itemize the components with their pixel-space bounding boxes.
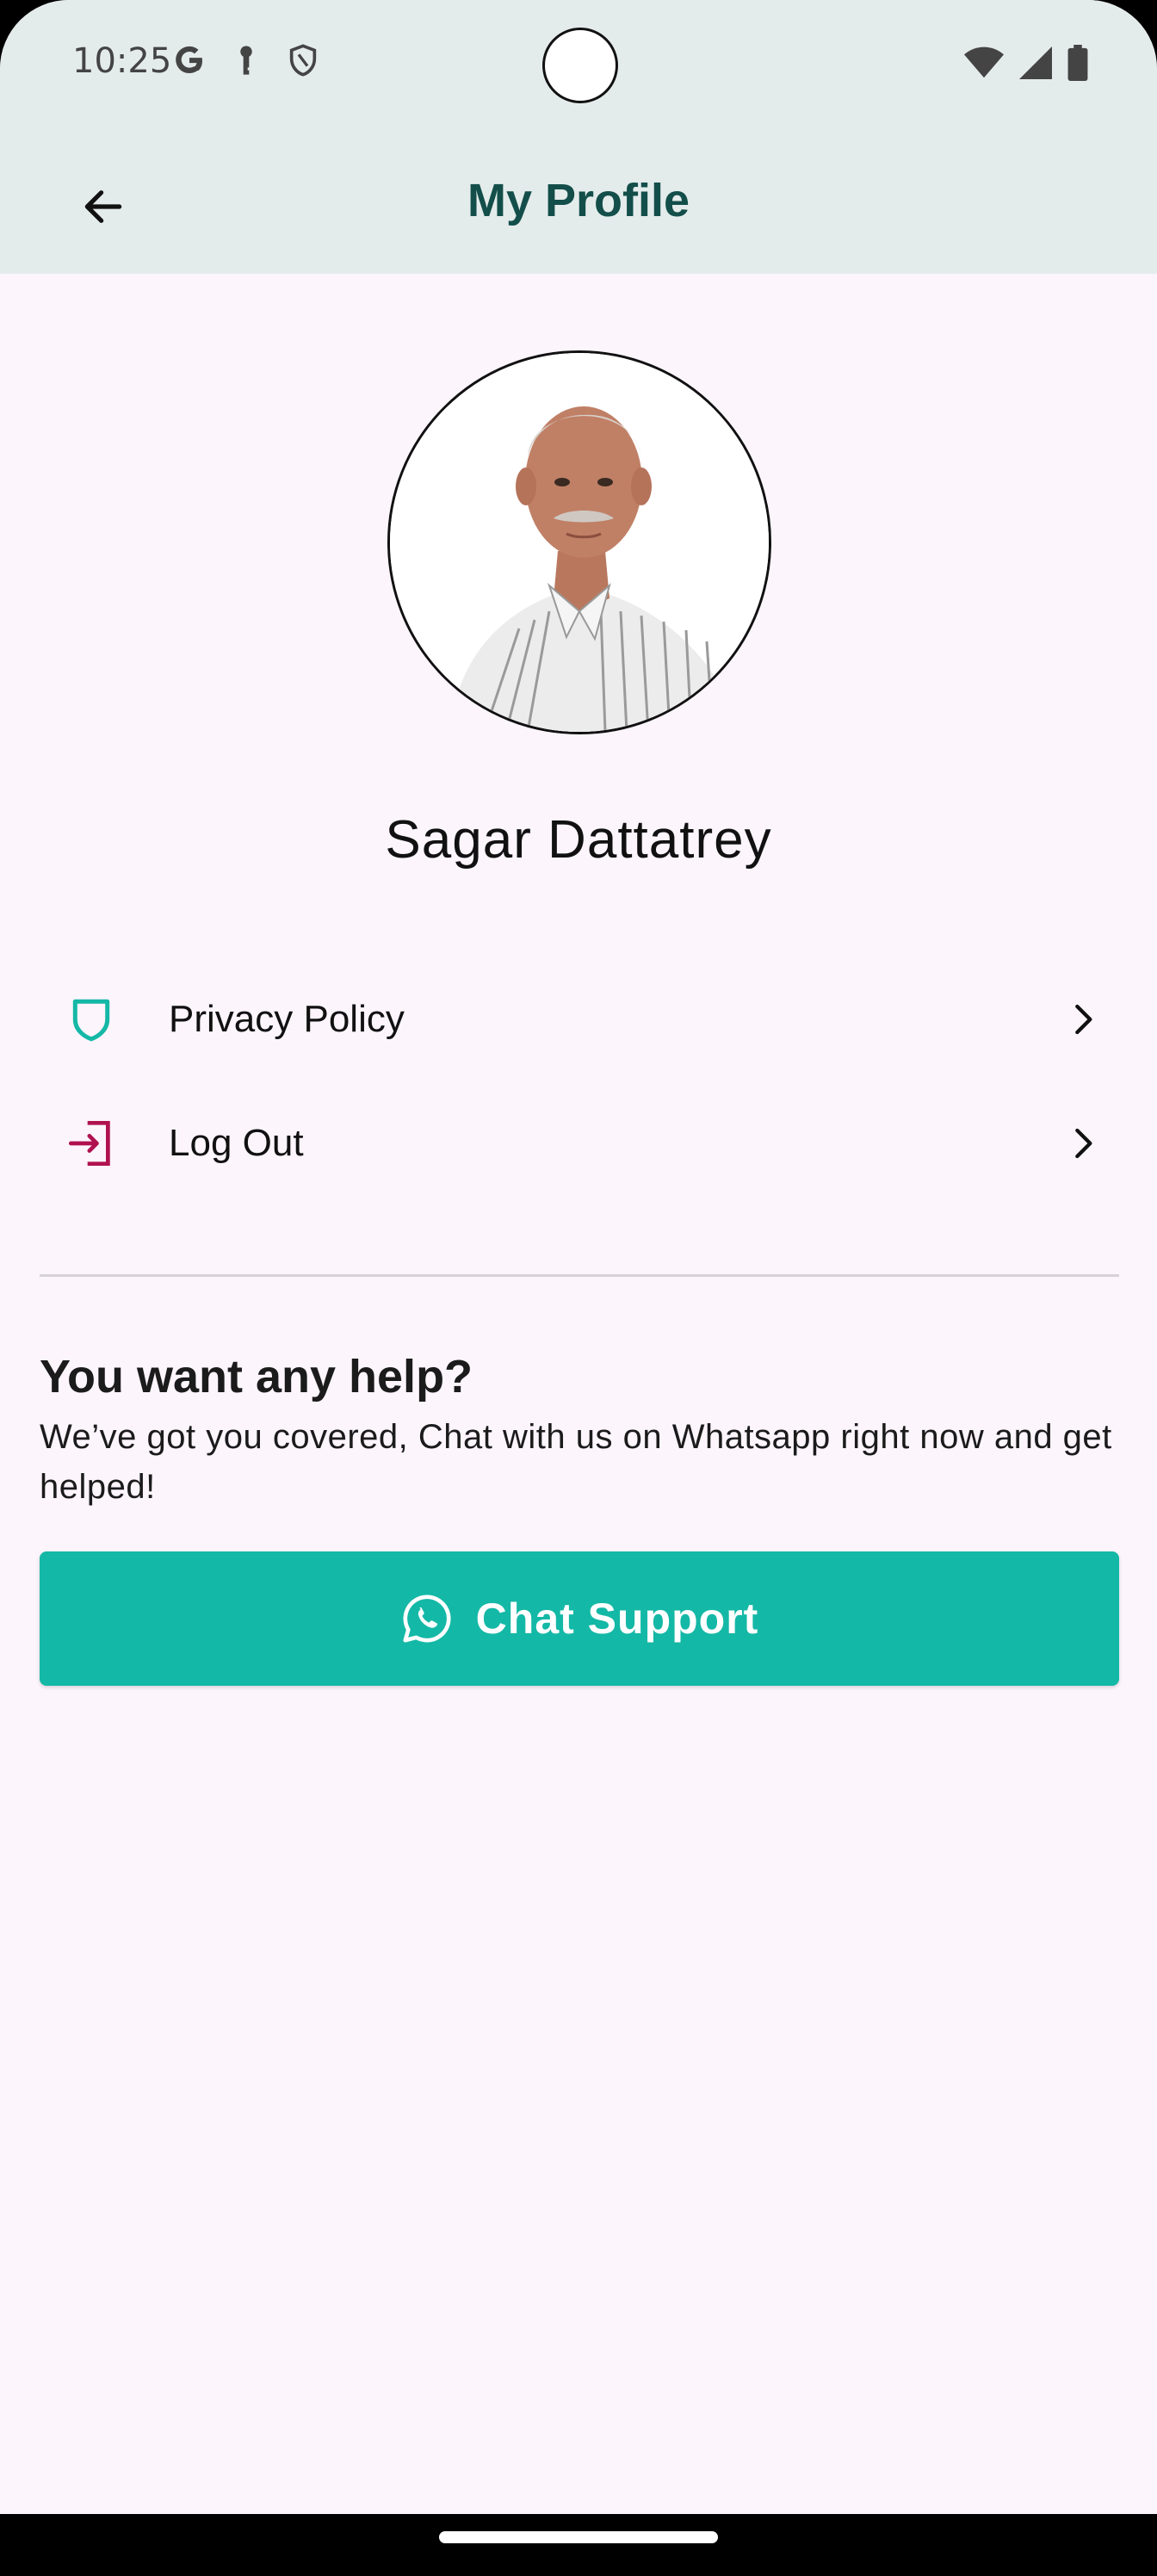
battery-icon [1067, 45, 1088, 85]
front-camera [542, 28, 618, 103]
key-icon [229, 43, 263, 82]
profile-photo [390, 353, 769, 732]
help-title: You want any help? [40, 1351, 473, 1403]
user-name: Sagar Dattatrey [385, 810, 772, 870]
menu-item-label: Log Out [169, 1122, 304, 1164]
shield-icon [286, 43, 320, 82]
chat-support-button[interactable]: Chat Support [40, 1551, 1119, 1686]
chevron-right-icon [1049, 1002, 1117, 1037]
whatsapp-icon [400, 1592, 454, 1645]
screen: 10:25 My Profile Sagar Dattatrey Privacy… [0, 0, 1157, 2576]
logout-icon [40, 1119, 143, 1167]
top-bar: 10:25 My Profile [0, 0, 1157, 274]
menu-item-privacy-policy[interactable]: Privacy Policy [40, 968, 1117, 1071]
wifi-icon [964, 46, 1004, 84]
google-icon [172, 43, 207, 82]
avatar[interactable] [387, 350, 771, 734]
status-time: 10:25 [72, 41, 172, 81]
shield-outline-icon [40, 996, 143, 1043]
page-title: My Profile [467, 175, 690, 226]
status-bar: 10:25 [0, 0, 1157, 129]
menu-item-log-out[interactable]: Log Out [40, 1092, 1117, 1195]
home-gesture-handle[interactable] [439, 2531, 718, 2543]
divider [40, 1274, 1119, 1277]
signal-icon [1019, 46, 1052, 84]
chat-support-label: Chat Support [475, 1595, 759, 1643]
navigation-bar [0, 2514, 1157, 2576]
help-text: We’ve got you covered, Chat with us on W… [40, 1418, 1112, 1506]
menu-item-label: Privacy Policy [169, 998, 405, 1040]
chevron-right-icon [1049, 1126, 1117, 1161]
app-bar: My Profile [0, 129, 1157, 274]
